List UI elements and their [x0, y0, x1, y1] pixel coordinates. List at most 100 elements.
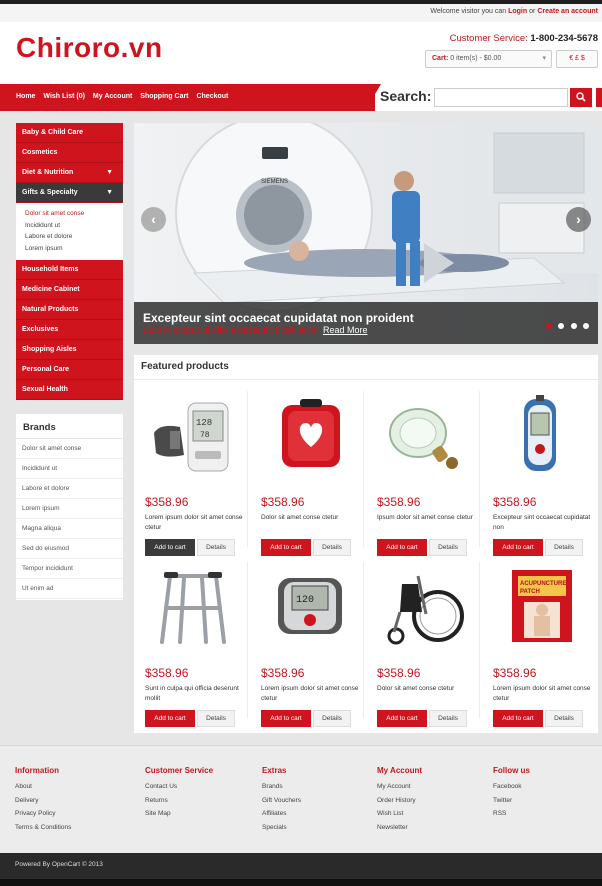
product-card: ACUPUNCTURE PATCH $358.96 Lorem ipsum do… — [482, 554, 596, 727]
chevron-down-icon: ▾ — [542, 55, 546, 62]
details-button[interactable]: Details — [313, 710, 351, 727]
product-name[interactable]: Excepteur sint occaecat cupidatat non — [493, 513, 595, 533]
slider-dot[interactable] — [583, 323, 589, 329]
product-name[interactable]: Lorem ipsum dolor sit amet conse ctetur — [145, 513, 247, 533]
featured-products: Featured products 128 78 $358.96 Lorem i… — [134, 355, 598, 733]
category-medicine-cabinet[interactable]: Medicine Cabinet — [16, 280, 123, 300]
create-account-link[interactable]: Create an account — [537, 8, 598, 15]
category-household-items[interactable]: Household Items — [16, 260, 123, 280]
category-exclusives[interactable]: Exclusives — [16, 320, 123, 340]
add-to-cart-button[interactable]: Add to cart — [261, 710, 311, 727]
add-to-cart-button[interactable]: Add to cart — [145, 710, 195, 727]
defibrillator-case-icon — [282, 399, 340, 467]
brand-item[interactable]: Magna aliqua — [16, 519, 123, 539]
footer-link[interactable]: Order History — [377, 794, 422, 808]
product-card: 120 $358.96 Lorem ipsum dolor sit amet c… — [250, 554, 364, 727]
cart-dropdown[interactable]: Cart: 0 item(s) - $0.00 ▾ — [425, 50, 552, 68]
footer-link[interactable]: Facebook — [493, 780, 530, 794]
slider-caption: Excepteur sint occaecat cupidatat non pr… — [134, 302, 598, 344]
footer-link[interactable]: Contact Us — [145, 780, 213, 794]
subcategory-item[interactable]: Dolor sit amet conse — [25, 208, 123, 220]
divider — [479, 391, 480, 547]
product-name[interactable]: Lorem ipsum dolor sit amet conse ctetur — [261, 684, 363, 704]
product-price: $358.96 — [145, 495, 189, 509]
chevron-right-icon: › — [576, 211, 581, 227]
brand-item[interactable]: Labore et dolore — [16, 479, 123, 499]
category-gifts-specialty[interactable]: Gifts & Specialty ▼ — [16, 183, 123, 203]
product-name[interactable]: Lorem ipsum dolor sit amet conse ctetur — [493, 684, 595, 704]
slider-dot[interactable] — [570, 323, 577, 329]
login-link[interactable]: Login — [508, 8, 527, 15]
slider-dot[interactable] — [558, 323, 565, 329]
site-logo[interactable]: Chiroro.vn — [16, 32, 163, 64]
subcategory-item[interactable]: Lorem ipsum — [25, 243, 123, 255]
product-name[interactable]: Sunt in culpa qui officia deserunt molli… — [145, 684, 247, 704]
chevron-down-icon: ▼ — [106, 169, 113, 176]
footer: Information About Delivery Privacy Polic… — [0, 745, 602, 853]
nav-home[interactable]: Home — [16, 93, 35, 100]
read-more-link[interactable]: Read More — [323, 325, 368, 335]
details-button[interactable]: Details — [197, 710, 235, 727]
search-button[interactable] — [570, 88, 592, 107]
slider-prev-button[interactable]: ‹ — [141, 207, 166, 232]
category-sexual-health[interactable]: Sexual Health — [16, 380, 123, 400]
nav-checkout[interactable]: Checkout — [196, 93, 228, 100]
product-price: $358.96 — [377, 495, 421, 509]
slider-dot[interactable] — [545, 323, 552, 329]
brand-item[interactable]: Incididunt ut — [16, 459, 123, 479]
footer-link[interactable]: Delivery — [15, 794, 71, 808]
powered-by-text: Powered By OpenCart © 2013 — [15, 861, 103, 868]
welcome-text: Welcome visitor you can Login or Create … — [430, 8, 598, 15]
add-to-cart-button[interactable]: Add to cart — [377, 710, 427, 727]
product-price: $358.96 — [493, 495, 537, 509]
category-label: Gifts & Specialty — [22, 189, 78, 196]
top-bar: Welcome visitor you can Login or Create … — [0, 0, 602, 22]
footer-link[interactable]: Specials — [262, 821, 301, 835]
footer-link[interactable]: Twitter — [493, 794, 530, 808]
footer-link[interactable]: Newsletter — [377, 821, 422, 835]
subcategory-item[interactable]: Labore et dolore — [25, 231, 123, 243]
footer-link[interactable]: Terms & Conditions — [15, 821, 71, 835]
subcategory-item[interactable]: Incididunt ut — [25, 220, 123, 232]
chevron-left-icon: ‹ — [151, 211, 156, 227]
product-name[interactable]: Dolor sit amet conse ctetur — [377, 684, 479, 694]
search-input[interactable] — [434, 88, 568, 107]
footer-link[interactable]: Wish List — [377, 807, 422, 821]
brand-item[interactable]: Lorem ipsum — [16, 499, 123, 519]
nav-shopping-cart[interactable]: Shopping Cart — [140, 93, 188, 100]
nav-wish-list[interactable]: Wish List (0) — [43, 93, 85, 100]
nav-my-account[interactable]: My Account — [93, 93, 132, 100]
details-button[interactable]: Details — [545, 710, 583, 727]
category-shopping-aisles[interactable]: Shopping Aisles — [16, 340, 123, 360]
category-diet-nutrition[interactable]: Diet & Nutrition ▼ — [16, 163, 123, 183]
product-price: $358.96 — [261, 666, 305, 680]
footer-link[interactable]: My Account — [377, 780, 422, 794]
brand-item[interactable]: Ut enim ad — [16, 579, 123, 599]
footer-link[interactable]: Brands — [262, 780, 301, 794]
footer-link[interactable]: Returns — [145, 794, 213, 808]
footer-link[interactable]: Gift Vouchers — [262, 794, 301, 808]
category-cosmetics[interactable]: Cosmetics — [16, 143, 123, 163]
slider-next-button[interactable]: › — [566, 207, 591, 232]
product-name[interactable]: Ipsum dolor sit amet conse ctetur — [377, 513, 479, 523]
or-label: or — [529, 8, 536, 15]
category-baby-child-care[interactable]: Baby & Child Care — [16, 123, 123, 143]
category-personal-care[interactable]: Personal Care — [16, 360, 123, 380]
brand-item[interactable]: Dolor sit amet conse — [16, 439, 123, 459]
bottom-bar — [0, 879, 602, 886]
caption-title: Excepteur sint occaecat cupidatat non pr… — [143, 311, 414, 325]
category-natural-products[interactable]: Natural Products — [16, 300, 123, 320]
footer-link[interactable]: RSS — [493, 807, 530, 821]
footer-link[interactable]: Affiliates — [262, 807, 301, 821]
brand-item[interactable]: Tempor incididunt — [16, 559, 123, 579]
footer-link[interactable]: Privacy Policy — [15, 807, 71, 821]
add-to-cart-button[interactable]: Add to cart — [493, 710, 543, 727]
brands-box: Brands Dolor sit amet conse Incididunt u… — [16, 414, 123, 600]
details-button[interactable]: Details — [429, 710, 467, 727]
acupuncture-patch-icon: ACUPUNCTURE PATCH — [512, 570, 572, 642]
footer-link[interactable]: Site Map — [145, 807, 213, 821]
currency-selector[interactable]: € £ $ — [556, 50, 598, 68]
product-name[interactable]: Dolor sit amet conse ctetur — [261, 513, 363, 523]
brand-item[interactable]: Sed do eiusmod — [16, 539, 123, 559]
footer-link[interactable]: About — [15, 780, 71, 794]
